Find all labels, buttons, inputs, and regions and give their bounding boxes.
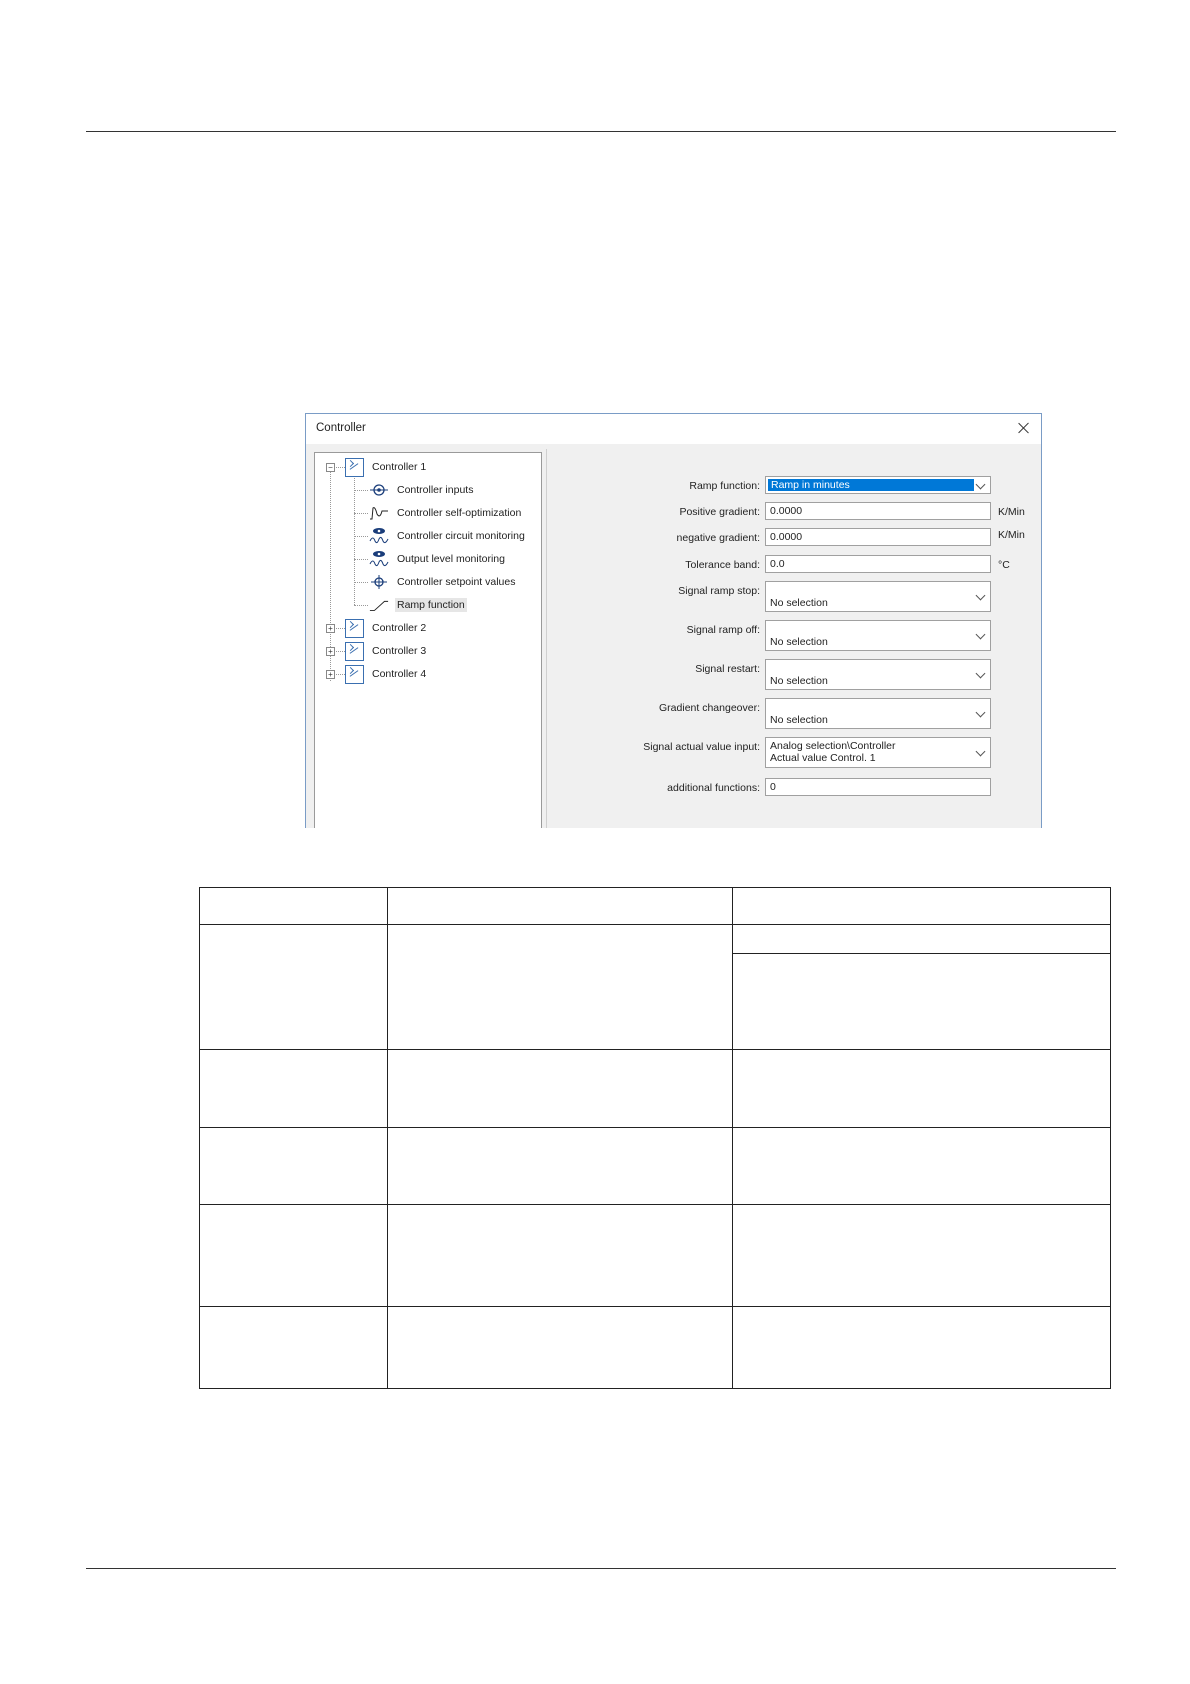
eye-wave-icon: [369, 528, 389, 544]
tree-item-output-level-monitoring[interactable]: Output level monitoring: [369, 549, 507, 569]
table-cell: [732, 1127, 1111, 1205]
collapse-icon[interactable]: −: [326, 463, 335, 472]
tolerance-band-input[interactable]: 0.0: [765, 555, 991, 573]
signal-actual-value-label: Signal actual value input:: [643, 741, 760, 753]
signal-ramp-off-label: Signal ramp off:: [686, 624, 760, 636]
dialog-titlebar: Controller: [306, 414, 1041, 444]
eye-wave-icon: [369, 551, 389, 567]
chevron-down-icon: [975, 707, 986, 718]
navigation-tree: − Controller 1 Controller inputs Control…: [314, 452, 542, 828]
tree-item-controller-2[interactable]: Controller 2: [345, 618, 428, 638]
signal-ramp-off-select[interactable]: No selection: [765, 620, 991, 651]
table-cell: [732, 924, 1111, 954]
expand-icon[interactable]: +: [326, 647, 335, 656]
ramp-function-label: Ramp function:: [689, 480, 760, 492]
table-cell: [732, 953, 1111, 1050]
controller-dialog: Controller − Controller 1 Controller inp…: [305, 413, 1042, 828]
table-row: [199, 887, 1111, 925]
table-cell: [199, 1306, 388, 1389]
chevron-down-icon: [975, 746, 986, 757]
signal-actual-value-text: Analog selection\Controller Actual value…: [770, 740, 896, 764]
chevron-down-icon: [975, 629, 986, 640]
signal-restart-select[interactable]: No selection: [765, 659, 991, 690]
ramp-function-select[interactable]: Ramp in minutes: [765, 476, 991, 494]
positive-gradient-label: Positive gradient:: [679, 506, 760, 518]
table-cell: [386, 1306, 734, 1389]
negative-gradient-label: negative gradient:: [676, 532, 760, 544]
ramp-function-form: Ramp function: Ramp in minutes Positive …: [546, 449, 1041, 828]
table-cell: [199, 924, 388, 1050]
tolerance-band-label: Tolerance band:: [685, 559, 760, 571]
table-row: [199, 1306, 1111, 1389]
table-row: [199, 924, 1111, 1050]
chevron-down-icon: [975, 668, 986, 679]
chevron-down-icon: [975, 479, 986, 490]
tree-item-controller-inputs[interactable]: Controller inputs: [369, 480, 475, 500]
table-row: [199, 1204, 1111, 1307]
expand-icon[interactable]: +: [326, 670, 335, 679]
ramp-icon: [369, 597, 389, 613]
table-cell: [199, 887, 388, 925]
tree-item-controller-1[interactable]: Controller 1: [345, 457, 428, 477]
close-icon[interactable]: [1013, 417, 1035, 439]
signal-ramp-stop-select[interactable]: No selection: [765, 581, 991, 612]
table-cell: [732, 887, 1111, 925]
controller-icon: [345, 618, 364, 638]
chevron-down-icon: [975, 590, 986, 601]
positive-gradient-unit: K/Min: [998, 506, 1025, 518]
table-cell: [386, 1049, 734, 1128]
signal-restart-label: Signal restart:: [695, 663, 760, 675]
dialog-title: Controller: [316, 422, 366, 434]
signal-ramp-stop-label: Signal ramp stop:: [678, 585, 760, 597]
negative-gradient-unit: K/Min: [998, 529, 1025, 541]
table-cell: [199, 1127, 388, 1205]
ramp-function-value: Ramp in minutes: [768, 479, 974, 491]
controller-icon: [345, 641, 364, 661]
gradient-changeover-value: No selection: [770, 714, 828, 726]
table-row: [199, 1127, 1111, 1205]
header-rule: [86, 131, 1116, 132]
table-cell: [199, 1204, 388, 1307]
tolerance-band-unit: °C: [998, 559, 1010, 571]
tree-connector: [354, 475, 355, 605]
table-cell: [732, 1306, 1111, 1389]
positive-gradient-input[interactable]: 0.0000: [765, 502, 991, 520]
tree-item-controller-4[interactable]: Controller 4: [345, 664, 428, 684]
table-cell: [386, 887, 734, 925]
table-cell: [732, 1204, 1111, 1307]
table-cell: [386, 1204, 734, 1307]
tree-connector: [336, 467, 345, 468]
crosshair-icon: [369, 574, 389, 590]
controller-icon: [345, 457, 364, 477]
controller-icon: [345, 664, 364, 684]
table-row: [199, 1049, 1111, 1128]
table-cell: [386, 1127, 734, 1205]
footer-rule: [86, 1568, 1116, 1569]
signal-actual-value-select[interactable]: Analog selection\Controller Actual value…: [765, 737, 991, 768]
step-response-icon: [369, 505, 389, 521]
tree-item-circuit-monitoring[interactable]: Controller circuit monitoring: [369, 526, 527, 546]
description-table: [199, 887, 1111, 1389]
gradient-changeover-select[interactable]: No selection: [765, 698, 991, 729]
tree-item-setpoint-values[interactable]: Controller setpoint values: [369, 572, 517, 592]
table-cell: [199, 1049, 388, 1128]
target-icon: [369, 482, 389, 498]
tree-item-self-optimization[interactable]: Controller self-optimization: [369, 503, 523, 523]
signal-ramp-stop-value: No selection: [770, 597, 828, 609]
signal-ramp-off-value: No selection: [770, 636, 828, 648]
signal-actual-value-line2: Actual value Control. 1: [770, 752, 876, 764]
signal-restart-value: No selection: [770, 675, 828, 687]
tree-item-ramp-function[interactable]: Ramp function: [369, 595, 467, 615]
tree-item-controller-3[interactable]: Controller 3: [345, 641, 428, 661]
additional-functions-label: additional functions:: [667, 782, 760, 794]
table-cell: [386, 924, 734, 1050]
expand-icon[interactable]: +: [326, 624, 335, 633]
additional-functions-input[interactable]: 0: [765, 778, 991, 796]
negative-gradient-input[interactable]: 0.0000: [765, 528, 991, 546]
signal-actual-value-line1: Analog selection\Controller: [770, 740, 896, 752]
table-cell: [732, 1049, 1111, 1128]
gradient-changeover-label: Gradient changeover:: [659, 702, 760, 714]
